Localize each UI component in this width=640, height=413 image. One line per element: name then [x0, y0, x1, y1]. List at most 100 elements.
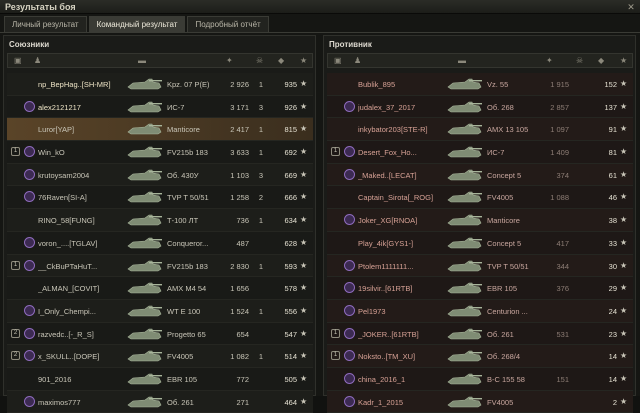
player-name[interactable]: __CkBuPTaHuT... [38, 262, 128, 271]
tank-column-icon[interactable]: ▬ [458, 56, 466, 65]
enemies-table-row[interactable]: 1 _JOKER..[61RTB] Об. 261 531 23 ★ [327, 322, 633, 346]
player-name[interactable]: _Maked..[LECAT] [358, 171, 448, 180]
close-icon[interactable]: ✕ [626, 2, 636, 12]
tank-name: Об. 261 [167, 397, 194, 407]
player-name[interactable]: Desert_Fox_Ho... [358, 148, 448, 157]
enemies-table-row[interactable]: Ptolem1111111... TVP T 50/51 344 30 ★ [327, 254, 633, 278]
tank-column-icon[interactable]: ▬ [138, 56, 146, 65]
player-name[interactable]: Joker_XG[RNOA] [358, 216, 448, 225]
platoon-icon: 1 [11, 260, 20, 270]
allies-table-row[interactable]: 1 Win_kO FV215b 183 3 633 1 692 ★ [7, 141, 313, 164]
enemies-table-row[interactable]: inkybator203[STE-R] AMX 13 105 1 097 91 ★ [327, 118, 633, 142]
player-name[interactable]: np_BepHag..[SH-MR] [38, 80, 128, 89]
xp-value: 634 [284, 216, 297, 226]
frags-column-icon[interactable]: ☠ [256, 56, 263, 65]
enemies-table-row[interactable]: china_2016_1 В-С 155 58 151 14 ★ [327, 367, 633, 391]
player-name[interactable]: _JOKER..[61RTB] [358, 330, 448, 339]
player-name[interactable]: 901_2016 [38, 375, 128, 384]
damage-value: 2 857 [550, 102, 569, 112]
rank-badge-icon [24, 100, 35, 112]
xp-column-icon[interactable]: ◆ [598, 56, 604, 65]
player-name[interactable]: Play_4ik[GYS1-] [358, 239, 448, 248]
player-name[interactable]: Kadr_1_2015 [358, 398, 448, 407]
player-name[interactable]: inkybator203[STE-R] [358, 125, 448, 134]
allies-table-row[interactable]: I_Only_Chempi... WT E 100 1 524 1 556 ★ [7, 299, 313, 323]
allies-table-row[interactable]: 2 x_SKULL..[DOPE] FV4005 1 082 1 514 ★ [7, 345, 313, 368]
player-column-icon[interactable]: ♟ [34, 56, 41, 65]
allies-table-row[interactable]: krutoysam2004 Об. 430У 1 103 3 669 ★ [7, 163, 313, 187]
tank-icon [447, 260, 482, 271]
allies-table-row[interactable]: np_BepHag..[SH-MR] Kpz. 07 P(E) 2 926 1 935 ★ [7, 73, 313, 96]
damage-value: 417 [556, 238, 569, 248]
enemies-table-row[interactable]: 1 Noksto..[TM_XU] Об. 268/4 14 ★ [327, 345, 633, 368]
xp-star-column-icon[interactable]: ★ [300, 56, 307, 65]
tab-team-result[interactable]: Командный результат [88, 16, 186, 32]
enemies-table-row[interactable]: Kadr_1_2015 FV4005 2 ★ [327, 390, 633, 413]
tank-icon [447, 350, 482, 362]
platoon-column-icon[interactable]: ▣ [334, 56, 342, 65]
damage-value: 1 088 [550, 193, 569, 203]
tab-personal-result[interactable]: Личный результат [4, 16, 87, 32]
player-name[interactable]: maximos777 [38, 398, 128, 407]
tank-icon [127, 146, 162, 158]
allies-table-row[interactable]: voron_....[TGLAV] Conqueror... 487 628 ★ [7, 231, 313, 255]
player-name[interactable]: RINO_58[FUNG] [38, 216, 128, 225]
enemies-table-row[interactable]: judalex_37_2017 Об. 268 2 857 137 ★ [327, 95, 633, 119]
enemies-table-row[interactable]: Pel1973 Centurion ... 24 ★ [327, 299, 633, 323]
tank-icon [127, 192, 162, 203]
enemies-table-row[interactable]: Captain_Sirota[_ROG] FV4005 1 088 46 ★ [327, 186, 633, 210]
player-name[interactable]: Pel1973 [358, 307, 448, 316]
star-icon: ★ [620, 351, 628, 361]
allies-table-row[interactable]: 76Raven[SI-A] TVP T 50/51 1 258 2 666 ★ [7, 186, 313, 210]
player-name[interactable]: china_2016_1 [358, 375, 448, 384]
tank-name: EBR 105 [167, 374, 198, 384]
star-icon: ★ [620, 328, 628, 338]
damage-value: 1 409 [550, 148, 569, 158]
player-name[interactable]: Win_kO [38, 148, 128, 157]
frags-column-icon[interactable]: ☠ [576, 56, 583, 65]
platoon-column-icon[interactable]: ▣ [14, 56, 22, 65]
player-name[interactable]: Captain_Sirota[_ROG] [358, 193, 448, 202]
rank-badge-icon [24, 350, 35, 362]
player-name[interactable]: Luror[YAP] [38, 125, 128, 134]
xp-column-icon[interactable]: ◆ [278, 56, 284, 65]
enemies-table-row[interactable]: Joker_XG[RNOA] Manticore 38 ★ [327, 209, 633, 232]
enemies-table-row[interactable]: 1 Desert_Fox_Ho... ИС-7 1 409 81 ★ [327, 141, 633, 164]
frags-value: 1 [258, 216, 264, 226]
tank-icon [447, 396, 482, 407]
player-column-icon[interactable]: ♟ [354, 56, 361, 65]
allies-table-row[interactable]: maximos777 Об. 261 271 464 ★ [7, 390, 313, 413]
tank-name: Concept 5 [487, 238, 522, 248]
player-name[interactable]: Bublik_895 [358, 80, 448, 89]
allies-table-row[interactable]: Luror[YAP] Manticore 2 417 1 815 ★ [7, 118, 313, 142]
allies-table-row[interactable]: _ALMAN_[COVIT] AMX M4 54 1 656 578 ★ [7, 277, 313, 300]
player-name[interactable]: I_Only_Chempi... [38, 307, 128, 316]
enemies-table-row[interactable]: _Maked..[LECAT] Concept 5 374 61 ★ [327, 163, 633, 187]
rank-badge-icon [24, 168, 35, 180]
allies-table-row[interactable]: 901_2016 EBR 105 772 505 ★ [7, 367, 313, 391]
player-name[interactable]: krutoysam2004 [38, 171, 128, 180]
allies-table-row[interactable]: RINO_58[FUNG] Т-100 ЛТ 736 1 634 ★ [7, 209, 313, 232]
allies-table-row[interactable]: 2 razvedc..[-_R_S] Progetto 65 654 547 ★ [7, 322, 313, 346]
allies-table-row[interactable]: alex2121217 ИС-7 3 171 3 926 ★ [7, 95, 313, 119]
xp-star-column-icon[interactable]: ★ [620, 56, 627, 65]
enemies-table-row[interactable]: 19silvir..[61RTB] EBR 105 376 29 ★ [327, 277, 633, 300]
player-name[interactable]: alex2121217 [38, 103, 128, 112]
player-name[interactable]: Ptolem1111111... [358, 262, 448, 271]
rank-badge-icon [24, 191, 35, 203]
player-name[interactable]: razvedc..[-_R_S] [38, 330, 128, 339]
allies-table-row[interactable]: 1 __CkBuPTaHuT... FV215b 183 2 830 1 593 ★ [7, 254, 313, 278]
enemies-table-row[interactable]: Play_4ik[GYS1-] Concept 5 417 33 ★ [327, 231, 633, 255]
player-name[interactable]: _ALMAN_[COVIT] [38, 284, 128, 293]
player-name[interactable]: x_SKULL..[DOPE] [38, 352, 128, 361]
xp-value: 14 [608, 352, 617, 362]
player-name[interactable]: 76Raven[SI-A] [38, 193, 128, 202]
player-name[interactable]: Noksto..[TM_XU] [358, 352, 448, 361]
player-name[interactable]: 19silvir..[61RTB] [358, 284, 448, 293]
enemies-table-row[interactable]: Bublik_895 Vz. 55 1 915 152 ★ [327, 73, 633, 96]
player-name[interactable]: voron_....[TGLAV] [38, 239, 128, 248]
damage-column-icon[interactable]: ✦ [226, 56, 233, 65]
damage-column-icon[interactable]: ✦ [546, 56, 553, 65]
player-name[interactable]: judalex_37_2017 [358, 103, 448, 112]
tab-detailed-report[interactable]: Подробный отчёт [187, 16, 269, 32]
